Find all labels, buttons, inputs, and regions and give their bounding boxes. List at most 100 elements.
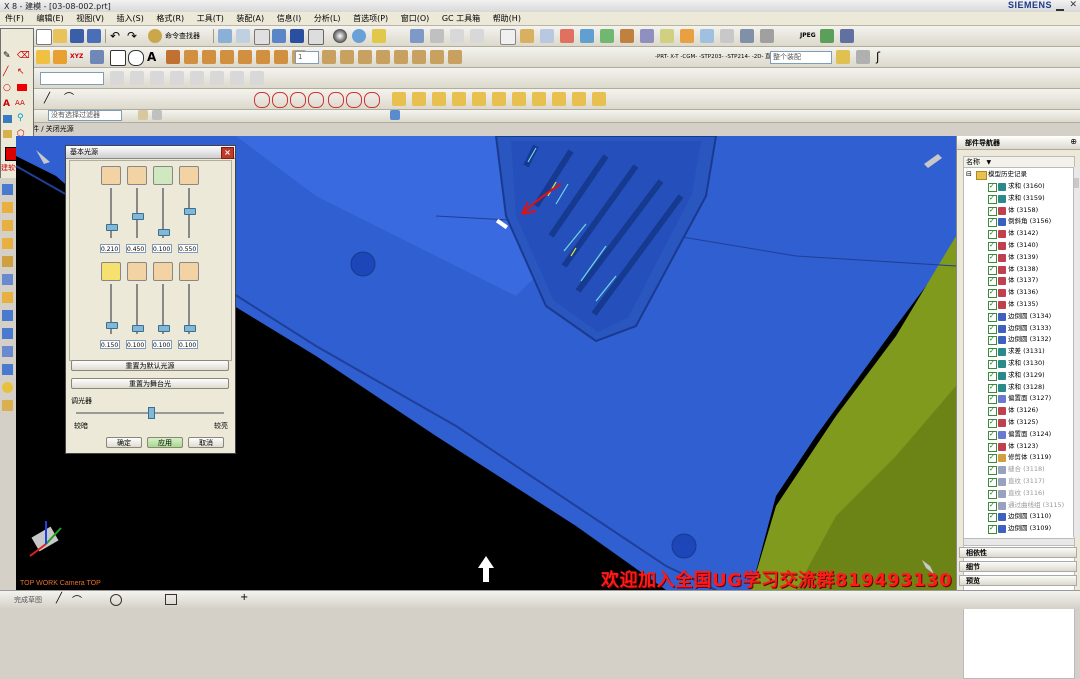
cube-view-icon[interactable] [390,110,400,120]
status-rect-icon[interactable] [165,594,177,605]
visibility-checkbox[interactable] [988,334,997,346]
menu-analysis[interactable]: 分析(L) [309,12,346,24]
tree-item[interactable]: 修剪体 (3119) [964,452,1074,464]
apply-button[interactable]: 应用 [147,437,183,448]
dimension-icon[interactable] [250,71,264,85]
text-icon[interactable]: A [147,50,161,64]
mold-icon[interactable] [680,29,694,43]
new-file-icon[interactable] [36,29,52,45]
function-icon[interactable]: ʃ [876,50,890,64]
light-3-value[interactable]: 0.100 [152,244,172,253]
tree-item[interactable]: 边倒圆 (3134) [964,311,1074,323]
curve-tool-icon[interactable]: ╱ [3,67,8,77]
light-5-value[interactable]: 0.150 [100,340,120,349]
tree-item[interactable]: 倒斜角 (3156) [964,216,1074,228]
line-icon[interactable] [470,29,484,43]
reset-stage-light-button[interactable]: 重置为舞台光 [71,378,229,389]
sketch-icon[interactable] [500,29,516,45]
circle-tool-6-icon[interactable] [346,92,362,108]
pencil-icon[interactable]: ✎ [3,51,11,61]
selection-filter-select[interactable] [40,72,104,85]
shell-icon[interactable] [340,50,354,64]
visibility-checkbox[interactable] [988,193,997,205]
visibility-checkbox[interactable] [988,452,997,464]
resource-icon-5[interactable] [2,256,13,267]
sphere-icon[interactable] [333,29,347,43]
resource-icon-7[interactable] [2,292,13,303]
resource-icon-10[interactable] [2,346,13,357]
light-4-slider[interactable] [184,208,196,216]
cancel-button[interactable]: 取消 [188,437,224,448]
visibility-checkbox[interactable] [988,287,997,299]
chamfer-tool-icon[interactable] [322,50,336,64]
zoom-icon[interactable] [236,29,250,43]
visibility-checkbox[interactable] [988,205,997,216]
text-tool-icon[interactable]: A [3,99,10,109]
light-4-toggle-icon[interactable] [179,166,199,185]
tree-item[interactable]: 直纹 (3117) [964,476,1074,488]
wireframe-icon[interactable] [308,29,324,45]
tree-item[interactable]: 体 (3125) [964,417,1074,429]
entire-assembly-select[interactable]: 整个装配 [770,51,832,64]
electrode-icon[interactable] [700,29,714,43]
light-7-value[interactable]: 0.100 [152,340,172,349]
expression-icon[interactable] [572,92,586,106]
light-8-value[interactable]: 0.100 [178,340,198,349]
color-icon[interactable] [352,29,366,43]
tree-root[interactable]: ⊟ 模型历史记录 [964,169,1074,181]
tree-item[interactable]: 体 (3136) [964,287,1074,299]
export-icon[interactable] [740,29,754,43]
curve-icon[interactable] [430,29,444,43]
tree-item[interactable]: 边倒圆 (3133) [964,323,1074,334]
circle-tool-5-icon[interactable] [328,92,344,108]
hide-icon[interactable] [452,92,466,106]
snap-point-icon[interactable] [856,50,870,64]
menu-gc-toolbox[interactable]: GC 工具箱 [437,12,485,24]
light-1-toggle-icon[interactable] [101,166,121,185]
spline-icon[interactable] [110,71,124,85]
resource-icon-9[interactable] [2,328,13,339]
visibility-checkbox[interactable] [988,181,997,193]
tree-item[interactable]: 体 (3142) [964,228,1074,240]
reset-default-light-button[interactable]: 重置为默认光源 [71,360,229,371]
arrow-tool-icon[interactable]: ↖ [17,67,25,77]
select-filter-icon[interactable] [836,50,850,64]
extend-curve-icon[interactable] [190,71,204,85]
pad-icon[interactable] [220,50,234,64]
wave-icon[interactable] [532,92,546,106]
resource-icon-8[interactable] [2,310,13,321]
resource-icon-1[interactable] [2,184,13,195]
resource-icon-3[interactable] [2,220,13,231]
menu-view[interactable]: 视图(V) [71,12,109,24]
fill-rect-icon[interactable] [17,84,27,91]
tree-item[interactable]: 体 (3135) [964,299,1074,311]
sew-tool-icon[interactable] [448,50,462,64]
visibility-checkbox[interactable] [988,523,997,535]
datum-icon[interactable] [520,29,534,43]
dimmer-slider[interactable] [147,407,155,419]
group-icon[interactable] [432,92,446,106]
render-style-icon[interactable] [272,29,286,43]
visibility-checkbox[interactable] [988,464,997,476]
status-line-icon[interactable]: ╱ [56,593,62,604]
resource-icon-2[interactable] [2,202,13,213]
print-icon[interactable] [760,29,774,43]
trim-curve-icon[interactable] [170,71,184,85]
light-5-toggle-icon[interactable] [101,262,121,281]
draft-icon[interactable] [358,50,372,64]
tree-item[interactable]: 求和 (3160) [964,181,1074,193]
resource-icon-13[interactable] [2,400,13,411]
block-icon[interactable] [90,50,104,64]
tree-item[interactable]: 体 (3137) [964,275,1074,287]
revolve-icon[interactable] [53,50,67,64]
check-icon[interactable] [660,29,674,43]
sketch-edit-icon[interactable] [592,92,606,106]
image-tool-icon[interactable] [3,115,12,123]
hand-icon[interactable] [3,130,12,138]
tree-item[interactable]: 直纹 (3116) [964,488,1074,500]
fillet-icon[interactable] [130,71,144,85]
visibility-checkbox[interactable] [988,417,997,429]
filter-icon[interactable] [138,110,148,120]
close-window-icon[interactable]: ✕ [1069,0,1077,10]
pattern-icon[interactable] [394,50,408,64]
